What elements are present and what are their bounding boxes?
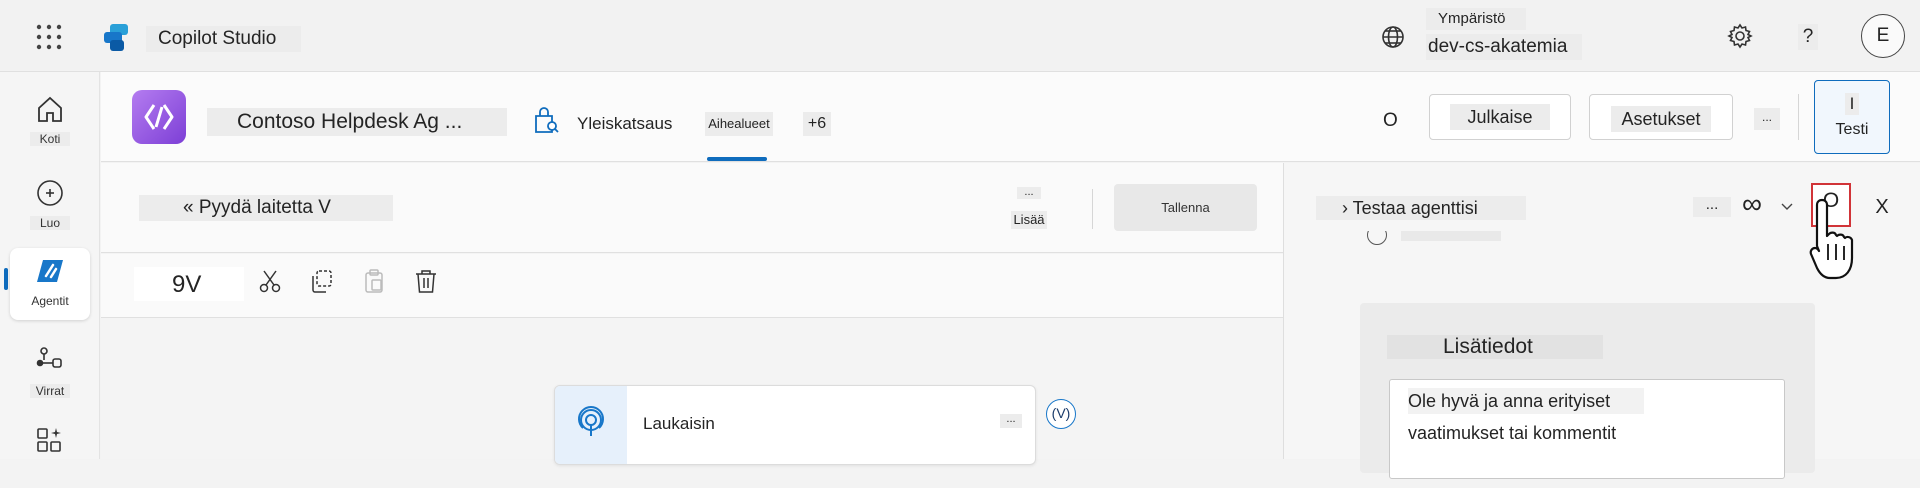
app-launcher-icon[interactable] (36, 24, 62, 50)
rail-item-virrat[interactable]: Virrat (10, 338, 90, 408)
trigger-node[interactable]: Laukaisin ... (554, 385, 1036, 465)
agent-header: Contoso Helpdesk Ag ... Yleiskatsaus Aih… (101, 72, 1920, 162)
tab-aihealueet[interactable]: Aihealueet (705, 112, 773, 136)
publish-label: Julkaise (1450, 104, 1550, 130)
save-label: Tallenna (1161, 200, 1210, 215)
help-button[interactable]: ? (1798, 24, 1818, 50)
active-tab-underline (707, 157, 767, 161)
environment-name[interactable]: dev-cs-akatemia (1426, 34, 1582, 60)
rail-item-agentit[interactable]: Agentit (10, 248, 90, 320)
test-pane-scrollbar[interactable] (1908, 243, 1912, 459)
test-label: Testi (1835, 121, 1869, 138)
apps-add-icon (35, 426, 65, 456)
save-button[interactable]: Tallenna (1114, 184, 1257, 231)
card-text-line-1: Ole hyvä ja anna erityiset (1408, 388, 1644, 414)
card-textarea[interactable]: Ole hyvä ja anna erityiset vaatimukset t… (1389, 379, 1785, 479)
test-button[interactable]: I Testi (1814, 80, 1890, 154)
agent-avatar-icon (132, 90, 186, 144)
hand-cursor-icon (1808, 196, 1864, 288)
toolbar-label: 9V (134, 267, 244, 301)
test-icon: I (1845, 93, 1859, 115)
delete-icon[interactable] (413, 268, 439, 294)
lisatiedot-card: Lisätiedot Ole hyvä ja anna erityiset va… (1360, 303, 1815, 479)
settings-gear-icon[interactable] (1727, 23, 1753, 49)
paste-icon (361, 268, 387, 294)
chevron-down-icon[interactable] (1780, 199, 1794, 213)
header-divider (1798, 94, 1799, 140)
add-button[interactable]: Lisää (1011, 211, 1047, 229)
overview-tab-icon (531, 106, 561, 136)
radio-partial-icon (1367, 231, 1387, 245)
rail-label-koti: Koti (30, 132, 70, 146)
rail-item-more[interactable] (10, 418, 90, 488)
close-test-pane-button[interactable]: X (1872, 195, 1892, 219)
rail-label-luo: Luo (30, 216, 70, 230)
settings-button[interactable]: Asetukset (1589, 94, 1733, 140)
top-bar: Copilot Studio Ympäristö dev-cs-akatemia… (0, 0, 1920, 72)
flows-icon (35, 346, 65, 376)
tab-yleiskatsaus[interactable]: Yleiskatsaus (577, 112, 672, 136)
topic-editor: « Pyydä laitetta V ... Lisää Tallenna 9V (101, 163, 1283, 465)
user-avatar[interactable]: E (1861, 14, 1905, 58)
rail-item-luo[interactable]: Luo (10, 170, 90, 240)
card-text-line-2: vaatimukset tai kommentit (1408, 423, 1617, 443)
trigger-label: Laukaisin (643, 414, 715, 433)
topic-title[interactable]: « Pyydä laitetta V (139, 195, 393, 221)
test-pane-more-button[interactable]: ... (1693, 197, 1731, 217)
copilot-studio-logo-icon (102, 24, 132, 52)
agent-name: Contoso Helpdesk Ag ... (207, 108, 507, 136)
editor-more-button[interactable]: ... (1017, 187, 1041, 199)
rail-item-koti[interactable]: Koti (10, 86, 90, 156)
settings-label: Asetukset (1611, 106, 1711, 132)
card-title: Lisätiedot (1387, 335, 1603, 359)
trigger-icon-box (555, 386, 627, 464)
create-plus-icon (35, 178, 65, 208)
rail-label-virrat: Virrat (30, 384, 70, 398)
trigger-more-button[interactable]: ... (1000, 414, 1022, 428)
environment-label: Ympäristö (1426, 8, 1526, 30)
test-pane-title: › Testaa agenttisi (1316, 196, 1526, 220)
infinity-icon[interactable]: ∞ (1737, 189, 1767, 219)
editor-divider (1092, 189, 1093, 229)
rail-label-agentit: Agentit (31, 294, 69, 308)
tab-more-count[interactable]: +6 (803, 112, 831, 136)
option-text-partial (1401, 231, 1501, 241)
home-icon (35, 94, 65, 124)
status-o-label: O (1383, 110, 1398, 131)
more-options-button[interactable]: ... (1754, 108, 1780, 130)
cut-icon[interactable] (257, 268, 283, 294)
left-nav-rail: Koti Luo Agentit Virrat (0, 72, 100, 459)
globe-icon (1380, 24, 1406, 50)
agents-icon (35, 256, 65, 286)
variable-badge[interactable]: (V) (1046, 399, 1076, 429)
chat-row-partial (1284, 231, 1899, 255)
active-indicator (4, 268, 8, 290)
copy-icon[interactable] (308, 268, 334, 294)
publish-button[interactable]: Julkaise (1429, 94, 1571, 140)
app-title: Copilot Studio (146, 26, 301, 52)
